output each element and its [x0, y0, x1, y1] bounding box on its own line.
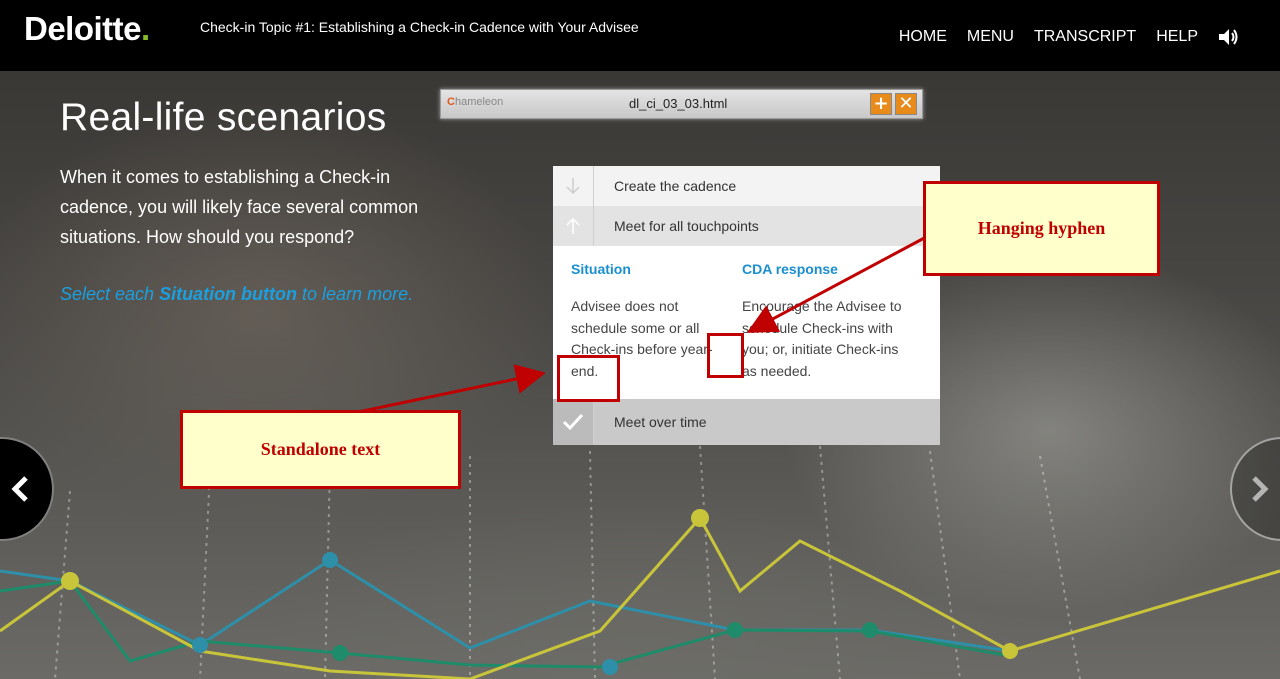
top-nav: HOME MENU TRANSCRIPT HELP — [899, 28, 1240, 46]
chameleon-toolbar[interactable]: Chameleon dl_ci_03_03.html + ✕ — [440, 89, 923, 119]
chevron-left-icon — [11, 476, 28, 502]
accordion-item-create-cadence[interactable]: Create the cadence — [553, 166, 940, 206]
callout-hanging-hyphen: Hanging hyphen — [923, 181, 1160, 276]
arrow-down-icon — [553, 166, 594, 206]
standalone-highlight-box — [557, 355, 620, 402]
intro-text: When it comes to establishing a Check-in… — [60, 167, 419, 247]
response-text: Encourage the Advisee to schedule Check-… — [742, 298, 902, 379]
instruction-text: Select each Situation button to learn mo… — [60, 284, 414, 304]
checkmark-icon — [553, 399, 594, 445]
nav-transcript[interactable]: TRANSCRIPT — [1034, 28, 1136, 46]
speaker-icon[interactable] — [1218, 28, 1240, 46]
top-bar: Deloitte. Check-in Topic #1: Establishin… — [0, 0, 1280, 71]
chameleon-filename: dl_ci_03_03.html — [629, 96, 728, 111]
add-button[interactable]: + — [870, 93, 892, 115]
chameleon-logo: Chameleon — [447, 96, 504, 108]
accordion-label: Meet over time — [614, 414, 707, 430]
chevron-right-icon — [1252, 476, 1269, 502]
close-button[interactable]: ✕ — [895, 93, 917, 115]
hyphen-highlight-box — [707, 333, 744, 378]
accordion-item-meet-over-time[interactable]: Meet over time — [553, 399, 940, 445]
callout-standalone-text: Standalone text — [180, 410, 461, 489]
nav-menu[interactable]: MENU — [967, 28, 1014, 46]
deloitte-logo: Deloitte. — [24, 10, 150, 47]
nav-help[interactable]: HELP — [1156, 28, 1198, 46]
nav-home[interactable]: HOME — [899, 28, 947, 46]
response-header: CDA response — [742, 261, 838, 277]
accordion-item-meet-touchpoints[interactable]: Meet for all touchpoints — [553, 206, 940, 246]
scenario-accordion: Create the cadence Meet for all touchpoi… — [553, 166, 940, 445]
course-title: Check-in Topic #1: Establishing a Check-… — [200, 19, 639, 35]
accordion-label: Meet for all touchpoints — [614, 218, 759, 234]
situation-header: Situation — [571, 261, 631, 277]
accordion-label: Create the cadence — [614, 178, 737, 194]
page-title: Real-life scenarios — [60, 96, 387, 139]
arrow-up-icon — [553, 206, 594, 246]
